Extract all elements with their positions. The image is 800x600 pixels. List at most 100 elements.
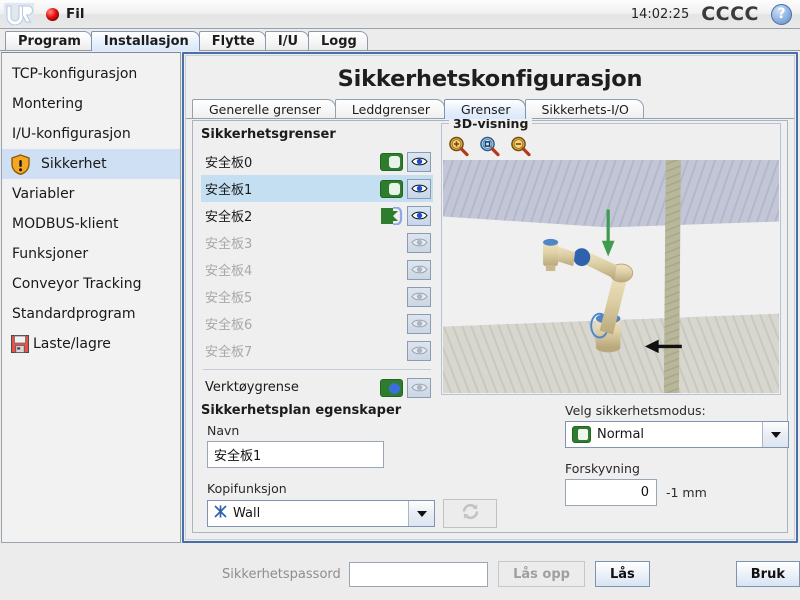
limit-row-6[interactable]: 安全板6: [201, 310, 433, 337]
visibility-eye-icon[interactable]: [407, 259, 431, 280]
visibility-eye-icon[interactable]: [407, 340, 431, 361]
enable-toggle-icon[interactable]: [380, 378, 403, 397]
zoom-out-icon[interactable]: [510, 136, 531, 157]
unlock-button-label: Lås opp: [513, 566, 570, 582]
tab-label: Sikkerhets-I/O: [541, 102, 629, 117]
properties-right-column: Velg sikkerhetsmodus: Normal Forskyvning: [565, 403, 800, 506]
tab-logg[interactable]: Logg: [308, 31, 368, 51]
tab-label: I/U: [277, 34, 299, 49]
copy-function-dropdown[interactable]: Wall: [207, 500, 435, 527]
limit-controls: [380, 178, 431, 199]
limit-name: 安全板3: [205, 237, 253, 252]
zoom-in-icon[interactable]: [448, 136, 469, 157]
tab-generelle-grenser[interactable]: Generelle grenser: [192, 99, 336, 119]
installation-sidebar: TCP-konfigurasjon Montering I/U-konfigur…: [1, 52, 181, 543]
safety-mode-dropdown[interactable]: Normal: [565, 421, 789, 448]
file-menu-button[interactable]: Fil: [42, 4, 92, 24]
limit-name: 安全板1: [205, 183, 253, 198]
safety-limits-list: Sikkerhetsgrenser 安全板0 安全板1 安全板2 安全板3 安全…: [201, 127, 433, 401]
sidebar-item-funksjoner[interactable]: Funksjoner: [2, 239, 180, 269]
visibility-eye-icon[interactable]: [407, 178, 431, 199]
apply-button-label: Bruk: [750, 566, 785, 582]
sidebar-item-label: Funksjoner: [12, 246, 89, 262]
tab-label: Installasjon: [103, 34, 189, 49]
tab-installasjon[interactable]: Installasjon: [90, 31, 200, 51]
page-title: Sikkerhetskonfigurasjon: [337, 66, 643, 92]
sidebar-item-sikkerhet[interactable]: Sikkerhet: [2, 149, 180, 179]
visibility-eye-icon[interactable]: [407, 205, 431, 226]
tab-grenser[interactable]: Grenser: [443, 99, 526, 119]
limit-row-2[interactable]: 安全板2: [201, 202, 433, 229]
visibility-eye-icon[interactable]: [407, 313, 431, 334]
sidebar-item-iu-konfigurasjon[interactable]: I/U-konfigurasjon: [2, 119, 180, 149]
limit-controls: [407, 286, 431, 307]
safety-mode-value: Normal: [597, 427, 645, 442]
limit-row-4[interactable]: 安全板4: [201, 256, 433, 283]
visibility-eye-icon[interactable]: [407, 286, 431, 307]
limit-name: 安全板7: [205, 345, 253, 360]
3d-view-toolbar: [448, 136, 531, 157]
chevron-down-icon[interactable]: [408, 501, 434, 526]
enable-toggle-icon[interactable]: [380, 152, 403, 171]
visibility-eye-icon[interactable]: [407, 232, 431, 253]
limit-row-7[interactable]: 安全板7: [201, 337, 433, 364]
title-bar: Fil 14:02:25 CCCC ?: [0, 0, 800, 29]
tab-program[interactable]: Program: [5, 31, 92, 51]
limit-row-5[interactable]: 安全板5: [201, 283, 433, 310]
refresh-button[interactable]: [443, 499, 497, 528]
main-panel-inner: Sikkerhetskonfigurasjon Generelle grense…: [185, 55, 795, 540]
limit-name: Verktøygrense: [205, 380, 299, 395]
sidebar-selection-highlight: Sikkerhet: [33, 151, 180, 177]
unlock-button[interactable]: Lås opp: [498, 561, 585, 587]
3d-view-canvas[interactable]: [443, 160, 779, 393]
sidebar-item-variabler[interactable]: Variabler: [2, 179, 180, 209]
copy-function-value: Wall: [233, 506, 261, 521]
visibility-eye-icon[interactable]: [407, 377, 431, 398]
enable-toggle-icon[interactable]: [380, 179, 403, 198]
grenser-content-area: Sikkerhetsgrenser 安全板0 安全板1 安全板2 安全板3 安全…: [192, 116, 789, 533]
safety-mode-label: Velg sikkerhetsmodus:: [565, 403, 706, 418]
sidebar-item-label: Laste/lagre: [33, 336, 111, 352]
offset-input-value: 0: [640, 485, 649, 500]
apply-button[interactable]: Bruk: [735, 561, 800, 587]
clock-display: 14:02:25: [630, 6, 690, 22]
visibility-eye-icon[interactable]: [407, 151, 431, 172]
limit-controls: [407, 259, 431, 280]
limit-row-3[interactable]: 安全板3: [201, 229, 433, 256]
safety-mode-value-group: Normal: [566, 422, 762, 447]
sidebar-item-label: TCP-konfigurasjon: [12, 66, 138, 82]
name-input[interactable]: 安全板1: [207, 441, 384, 468]
lock-button[interactable]: Lås: [594, 561, 650, 587]
ur-logo-icon: [2, 1, 36, 27]
sidebar-item-laste-lagre[interactable]: Laste/lagre: [2, 329, 180, 359]
limit-controls: [407, 313, 431, 334]
limit-name: 安全板6: [205, 318, 253, 333]
sidebar-item-label: I/U-konfigurasjon: [12, 126, 131, 142]
offset-unit-label: -1 mm: [666, 485, 707, 500]
name-input-value: 安全板1: [214, 449, 262, 464]
zoom-fit-icon[interactable]: [479, 136, 500, 157]
offset-input[interactable]: 0: [565, 479, 657, 506]
safety-password-input[interactable]: [348, 561, 489, 587]
trigger-mode-icon[interactable]: [380, 205, 403, 226]
question-mark-icon[interactable]: ?: [771, 3, 792, 25]
limit-name: 安全板0: [205, 156, 253, 171]
limit-row-1[interactable]: 安全板1: [201, 175, 433, 202]
bottom-bar: Sikkerhetspassord Lås opp Lås Bruk: [0, 548, 800, 600]
app-window: Fil 14:02:25 CCCC ? Program Installasjon…: [0, 0, 800, 600]
properties-left-column: Navn 安全板1 Kopifunksjon Wall: [207, 423, 497, 528]
tab-iu[interactable]: I/U: [264, 31, 310, 51]
chevron-down-icon[interactable]: [762, 422, 788, 447]
tab-label: Logg: [321, 34, 357, 49]
sidebar-item-standardprogram[interactable]: Standardprogram: [2, 299, 180, 329]
limit-row-tool[interactable]: Verktøygrense: [201, 374, 433, 401]
tab-label: Flytte: [211, 34, 255, 49]
sidebar-item-tcp-konfigurasjon[interactable]: TCP-konfigurasjon: [2, 59, 180, 89]
sidebar-item-modbus-klient[interactable]: MODBUS-klient: [2, 209, 180, 239]
limit-row-0[interactable]: 安全板0: [201, 148, 433, 175]
sidebar-item-conveyor-tracking[interactable]: Conveyor Tracking: [2, 269, 180, 299]
tab-leddgrenser[interactable]: Leddgrenser: [334, 99, 445, 119]
tab-sikkerhets-io[interactable]: Sikkerhets-I/O: [524, 99, 644, 119]
tab-flytte[interactable]: Flytte: [198, 31, 266, 51]
sidebar-item-montering[interactable]: Montering: [2, 89, 180, 119]
